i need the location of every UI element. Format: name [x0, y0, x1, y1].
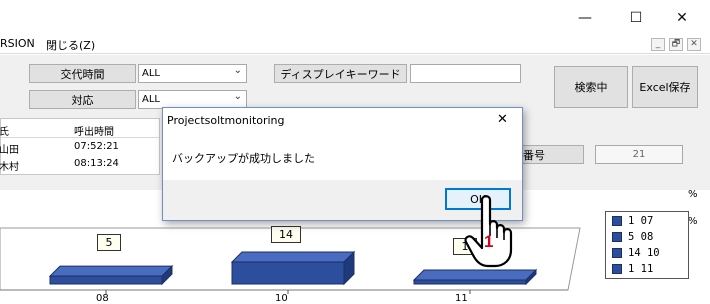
- grid-cell-name[interactable]: 木村: [0, 158, 19, 173]
- bar: [413, 279, 527, 285]
- dialog-close-button[interactable]: ✕: [497, 112, 508, 127]
- menu-bar: RSION 閉じる(Z) _ 🗗 ✕: [0, 36, 710, 54]
- mdi-close-button[interactable]: ✕: [687, 38, 701, 51]
- grid-header-call-time: 呼出時間: [74, 127, 114, 138]
- step-number-badge: 1: [484, 232, 494, 251]
- legend-entry: 14 10: [612, 247, 688, 261]
- legend-swatch: [612, 248, 622, 258]
- data-label: 5: [97, 234, 121, 251]
- legend-swatch: [612, 216, 622, 226]
- dialog-title-bar: Projectsoltmonitoring ✕: [163, 108, 522, 134]
- chevron-down-icon: ⌄: [233, 65, 242, 76]
- number-field: 21: [595, 145, 683, 164]
- maximize-button[interactable]: ☐: [618, 5, 654, 31]
- grid-cell-time[interactable]: 07:52:21: [74, 141, 119, 152]
- dialog-body: バックアップが成功しました: [163, 134, 522, 180]
- data-label: 14: [271, 226, 301, 243]
- call-list-grid: 氏 呼出時間 山田 07:52:21 木村 08:13:24: [0, 118, 160, 175]
- mdi-restore-button[interactable]: 🗗: [669, 38, 683, 51]
- exchange-time-select[interactable]: ALL ⌄: [138, 64, 247, 83]
- window-title-bar: — ☐ ✕: [0, 0, 710, 36]
- x-tick-label: 10: [275, 293, 288, 304]
- legend-entry: 1 07: [612, 215, 688, 229]
- dialog-message: バックアップが成功しました: [172, 152, 315, 165]
- chevron-down-icon: ⌄: [233, 91, 242, 102]
- menu-item-close[interactable]: 閉じる(Z): [46, 37, 95, 53]
- mdi-minimize-button[interactable]: _: [651, 38, 665, 51]
- close-button[interactable]: ✕: [664, 5, 700, 31]
- percent-mark: %: [688, 189, 698, 200]
- legend-swatch: [612, 264, 622, 274]
- display-keyword-input[interactable]: [410, 64, 521, 83]
- chart-legend: 1 07 5 08 14 10 1 11: [605, 211, 689, 279]
- legend-swatch: [612, 232, 622, 242]
- grid-header-name: 氏: [0, 127, 9, 138]
- bar-top: [230, 251, 356, 263]
- x-tick-label: 08: [96, 293, 109, 304]
- legend-entry: 1 11: [612, 263, 688, 277]
- search-button[interactable]: 検索中: [554, 66, 628, 108]
- excel-save-button[interactable]: Excel保存: [632, 66, 698, 108]
- display-keyword-button[interactable]: ディスプレイキーワード: [274, 64, 407, 83]
- bar-top: [412, 269, 538, 281]
- menu-item-version[interactable]: RSION: [0, 37, 35, 50]
- dialog-title: Projectsoltmonitoring: [167, 114, 285, 127]
- legend-entry: 5 08: [612, 231, 688, 245]
- percent-mark: %: [688, 216, 698, 227]
- x-tick-label: 11: [455, 293, 468, 304]
- bar: [49, 275, 163, 285]
- grid-divider: [1, 137, 159, 138]
- bar: [231, 261, 345, 285]
- grid-cell-name[interactable]: 山田: [0, 141, 19, 156]
- bar-top: [48, 265, 174, 277]
- grid-cell-time[interactable]: 08:13:24: [74, 158, 119, 169]
- hand-pointer-icon: [464, 195, 513, 268]
- minimize-button[interactable]: —: [567, 5, 603, 31]
- exchange-time-value: ALL: [142, 68, 160, 79]
- response-button[interactable]: 対応: [29, 90, 136, 109]
- exchange-time-button[interactable]: 交代時間: [29, 64, 136, 83]
- response-value: ALL: [142, 94, 160, 105]
